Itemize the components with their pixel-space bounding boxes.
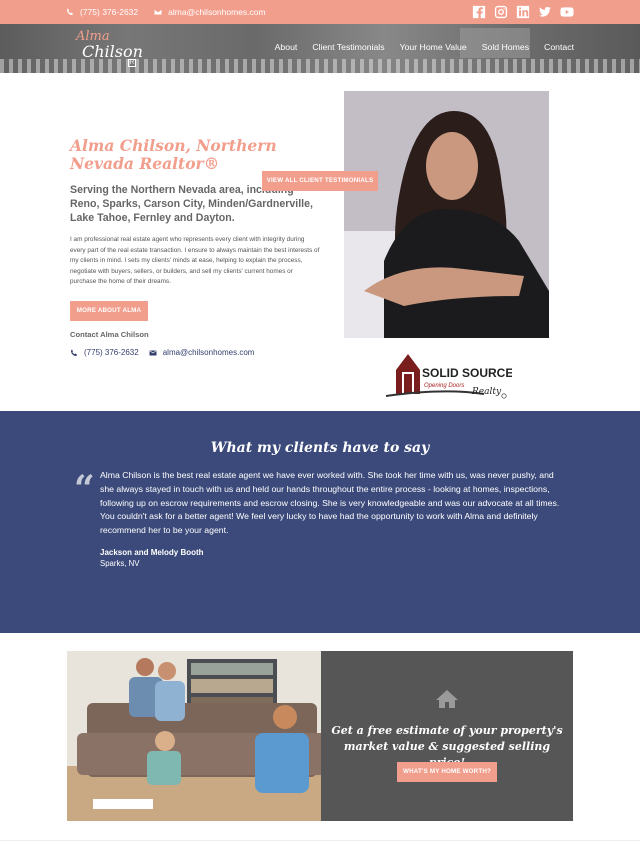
- phone-icon: [67, 8, 73, 15]
- home-icon: [435, 689, 459, 709]
- phone-icon: [71, 349, 77, 356]
- agent-photo: [344, 91, 549, 338]
- envelope-icon: [154, 9, 162, 15]
- more-about-alma-button[interactable]: MORE ABOUT ALMA: [70, 301, 148, 321]
- topbar-phone[interactable]: (775) 376-2632: [66, 7, 138, 17]
- testimonials-section: What my clients have to say “ Alma Chils…: [0, 411, 640, 633]
- testimonials-title: What my clients have to say: [210, 440, 430, 456]
- hero-email-link[interactable]: alma@chilsonhomes.com: [163, 348, 255, 357]
- envelope-icon: [149, 350, 157, 355]
- broker-script: Realty: [471, 387, 502, 397]
- whats-my-home-worth-button[interactable]: WHAT'S MY HOME WORTH?: [397, 762, 497, 782]
- hero-body: I am professional real estate agent who …: [70, 236, 320, 286]
- twitter-icon[interactable]: [538, 5, 552, 19]
- nav-contact[interactable]: Contact: [544, 42, 574, 52]
- topbar-email[interactable]: alma@chilsonhomes.com: [154, 7, 266, 17]
- topbar-email-text: alma@chilsonhomes.com: [168, 7, 266, 17]
- top-bar: (775) 376-2632 alma@chilsonhomes.com: [0, 0, 640, 24]
- social-links: [472, 5, 574, 19]
- site-header: Alma Chilson R About Client Testimonials…: [0, 24, 640, 73]
- hero-title: Alma Chilson, Northern Nevada Realtor®: [70, 136, 277, 173]
- topbar-phone-text: (775) 376-2632: [80, 7, 139, 17]
- facebook-icon[interactable]: [472, 5, 486, 19]
- nav-your-home-value[interactable]: Your Home Value: [400, 42, 467, 52]
- main-nav: About Client Testimonials Your Home Valu…: [275, 42, 574, 52]
- nav-sold-homes[interactable]: Sold Homes: [482, 42, 529, 52]
- broker-name: SOLID SOURCE: [422, 366, 512, 380]
- broker-tagline: Opening Doors: [424, 383, 464, 389]
- testimonial-author: Jackson and Melody Booth: [100, 548, 204, 557]
- linkedin-icon[interactable]: [516, 5, 530, 19]
- family-photo: [67, 651, 321, 821]
- youtube-icon[interactable]: [560, 5, 574, 19]
- nav-about[interactable]: About: [275, 42, 298, 52]
- hero-contact: (775) 376-2632 alma@chilsonhomes.com: [70, 348, 254, 357]
- solid-source-realty-logo: SOLID SOURCE Opening Doors Realty: [384, 350, 513, 400]
- footer-divider: [0, 840, 640, 841]
- instagram-icon[interactable]: [494, 5, 508, 19]
- hero-phone-link[interactable]: (775) 376-2632: [84, 348, 139, 357]
- estimate-panel: Get a free estimate of your property's m…: [321, 651, 573, 821]
- quote-icon: “: [74, 468, 95, 510]
- nav-client-testimonials[interactable]: Client Testimonials: [312, 42, 384, 52]
- realtor-badge: R: [128, 59, 136, 67]
- contact-heading: Contact Alma Chilson: [70, 330, 149, 339]
- site-logo[interactable]: Alma Chilson R: [76, 29, 146, 69]
- testimonial-location: Sparks, NV: [100, 559, 140, 568]
- view-all-testimonials-button[interactable]: VIEW ALL CLIENT TESTIMONIALS: [262, 171, 378, 191]
- testimonial-quote: Alma Chilson is the best real estate age…: [100, 470, 560, 536]
